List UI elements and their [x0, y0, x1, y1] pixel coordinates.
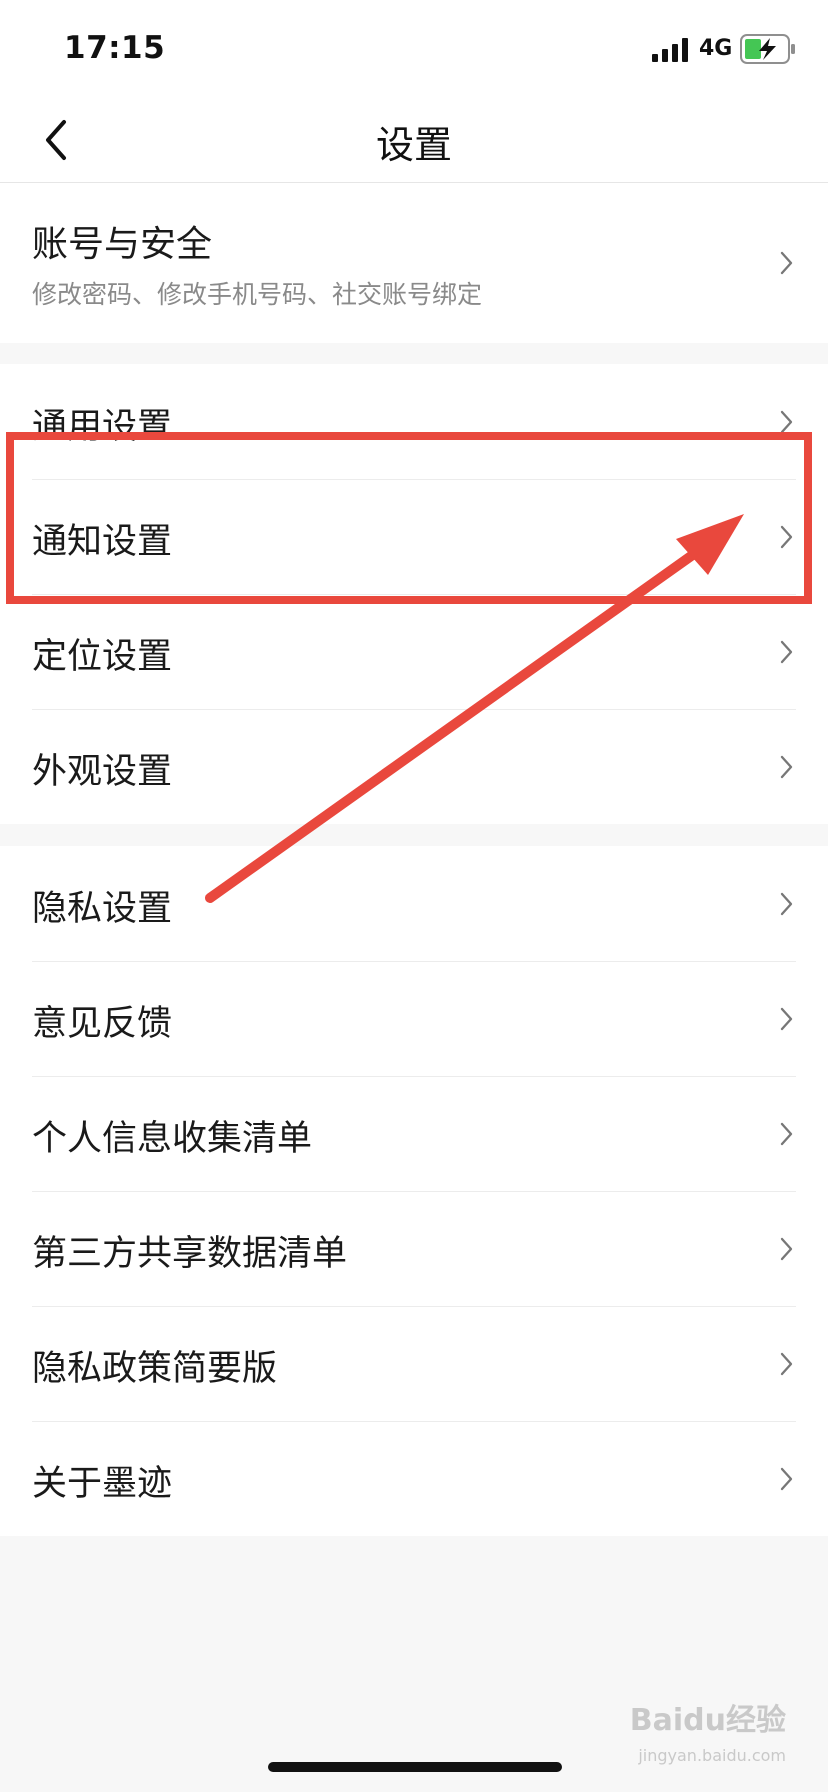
page-title: 设置: [375, 123, 452, 167]
signal-icon: [652, 38, 688, 62]
appearance-settings-label: 外观设置: [32, 752, 173, 792]
status-bar: 17:15 4G: [0, 0, 828, 96]
chevron-right-icon: [780, 525, 793, 549]
about-moji-row[interactable]: 关于墨迹: [0, 1421, 828, 1536]
notification-settings-label: 通知设置: [32, 522, 173, 562]
chevron-right-icon: [780, 1122, 793, 1146]
account-security-subtitle: 修改密码、修改手机号码、社交账号绑定: [32, 280, 483, 309]
location-settings-row[interactable]: 定位设置: [0, 594, 828, 709]
location-settings-label: 定位设置: [32, 637, 173, 677]
general-settings-label: 通用设置: [32, 407, 173, 447]
privacy-settings-row[interactable]: 隐私设置: [0, 846, 828, 961]
account-security-title: 账号与安全: [32, 224, 213, 265]
feedback-row[interactable]: 意见反馈: [0, 961, 828, 1076]
chevron-right-icon: [780, 640, 793, 664]
chevron-right-icon: [780, 1352, 793, 1376]
chevron-right-icon: [780, 1467, 793, 1491]
battery-charging-icon: [740, 34, 795, 64]
notification-settings-row[interactable]: 通知设置: [0, 479, 828, 594]
chevron-right-icon: [780, 251, 793, 275]
account-group: 账号与安全 修改密码、修改手机号码、社交账号绑定: [0, 183, 828, 343]
about-moji-label: 关于墨迹: [32, 1464, 173, 1504]
baidu-watermark-url: jingyan.baidu.com: [638, 1746, 786, 1765]
status-time: 17:15: [64, 30, 166, 66]
general-settings-row[interactable]: 通用设置: [0, 364, 828, 479]
third-party-data-list-row[interactable]: 第三方共享数据清单: [0, 1191, 828, 1306]
home-indicator[interactable]: [268, 1762, 562, 1772]
chevron-right-icon: [780, 755, 793, 779]
account-security-row[interactable]: 账号与安全 修改密码、修改手机号码、社交账号绑定: [0, 183, 828, 343]
personal-info-list-label: 个人信息收集清单: [32, 1119, 313, 1159]
baidu-watermark: Baidu经验: [629, 1703, 786, 1738]
chevron-right-icon: [780, 892, 793, 916]
privacy-policy-summary-label: 隐私政策简要版: [32, 1349, 278, 1389]
chevron-right-icon: [780, 410, 793, 434]
navigation-bar: 设置: [0, 96, 828, 183]
personal-info-list-row[interactable]: 个人信息收集清单: [0, 1076, 828, 1191]
feedback-label: 意见反馈: [32, 1004, 173, 1044]
settings-group: 通用设置 通知设置 定位设置 外观设置: [0, 364, 828, 824]
info-group: 隐私设置 意见反馈 个人信息收集清单 第三方共享数据清单 隐私政策简要版 关于墨…: [0, 846, 828, 1536]
third-party-data-list-label: 第三方共享数据清单: [32, 1234, 348, 1274]
network-label: 4G: [699, 36, 733, 61]
appearance-settings-row[interactable]: 外观设置: [0, 709, 828, 824]
chevron-right-icon: [780, 1237, 793, 1261]
privacy-settings-label: 隐私设置: [32, 889, 173, 929]
chevron-right-icon: [780, 1007, 793, 1031]
privacy-policy-summary-row[interactable]: 隐私政策简要版: [0, 1306, 828, 1421]
